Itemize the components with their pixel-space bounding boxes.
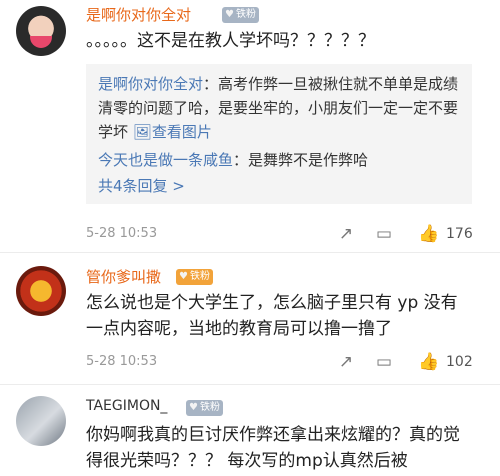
fan-badge: ♥ 铁粉 — [222, 7, 259, 23]
action-bar: ↗ ▭ 👍 102 — [336, 350, 486, 374]
comment-meta: 5-28 10:53 ↗ ▭ 👍 102 — [86, 350, 486, 374]
username[interactable]: 是啊你对你全对 — [86, 4, 191, 25]
avatar[interactable] — [16, 396, 66, 446]
like-count: 102 — [446, 354, 473, 370]
reply-item: 今天也是做一条咸鱼：是舞弊不是作弊哈 — [98, 151, 369, 169]
more-replies-link[interactable]: 共4条回复 > — [98, 174, 460, 198]
like-icon[interactable]: 👍 — [418, 224, 439, 244]
comment-2: 管你爹叫撒 ♥ 铁粉 怎么说也是个大学生了，怎么脑子里只有 yp 没有一点内容呢，… — [0, 256, 500, 380]
comment-icon[interactable]: ▭ — [374, 224, 394, 244]
fan-badge: ♥ 铁粉 — [186, 400, 223, 416]
fan-badge: ♥ 铁粉 — [176, 269, 213, 285]
divider — [0, 384, 500, 385]
comment-text: 你妈啊我真的巨讨厌作弊还拿出来炫耀的？真的觉得很光荣吗？？？ 每次写的mp认真然… — [86, 425, 460, 471]
username[interactable]: 管你爹叫撒 — [86, 266, 161, 287]
replies-box[interactable]: 是啊你对你全对：高考作弊一旦被揪住就不单单是成绩清零的问题了哈，是要坐牢的，小朋… — [86, 64, 472, 204]
comment-text: 怎么说也是个大学生了，怎么脑子里只有 yp 没有一点内容呢，当地的教育局可以撸一… — [86, 293, 458, 339]
action-bar: ↗ ▭ 👍 176 — [336, 222, 486, 246]
divider — [0, 252, 500, 253]
like-icon[interactable]: 👍 — [418, 352, 439, 372]
comment-1: 是啊你对你全对 ♥ 铁粉 。。。。。这不是在教人学坏吗？？？？？ 是啊你对你全对：… — [0, 0, 500, 250]
avatar[interactable] — [16, 266, 66, 316]
view-image-link[interactable]: 🖼查看图片 — [133, 123, 212, 141]
image-icon: 🖼 — [132, 123, 152, 141]
comment-icon[interactable]: ▭ — [374, 352, 394, 372]
share-icon[interactable]: ↗ — [336, 224, 356, 244]
reply-username[interactable]: 是啊你对你全对 — [98, 75, 203, 93]
avatar[interactable] — [16, 6, 66, 56]
like-count: 176 — [446, 226, 473, 242]
comment-3: TAEGIMON_ ♥ 铁粉 你妈啊我真的巨讨厌作弊还拿出来炫耀的？真的觉得很光荣… — [0, 388, 500, 476]
comment-meta: 5-28 10:53 ↗ ▭ 👍 176 — [86, 222, 486, 246]
reply-username[interactable]: 今天也是做一条咸鱼 — [98, 151, 233, 169]
reply-item: 是啊你对你全对：高考作弊一旦被揪住就不单单是成绩清零的问题了哈，是要坐牢的，小朋… — [98, 75, 459, 141]
timestamp: 5-28 10:53 — [86, 226, 158, 241]
reply-text: 是舞弊不是作弊哈 — [248, 151, 369, 169]
username[interactable]: TAEGIMON_ — [86, 398, 167, 414]
share-icon[interactable]: ↗ — [336, 352, 356, 372]
comment-text: 。。。。。这不是在教人学坏吗？？？？？ — [86, 31, 375, 51]
timestamp: 5-28 10:53 — [86, 354, 158, 369]
